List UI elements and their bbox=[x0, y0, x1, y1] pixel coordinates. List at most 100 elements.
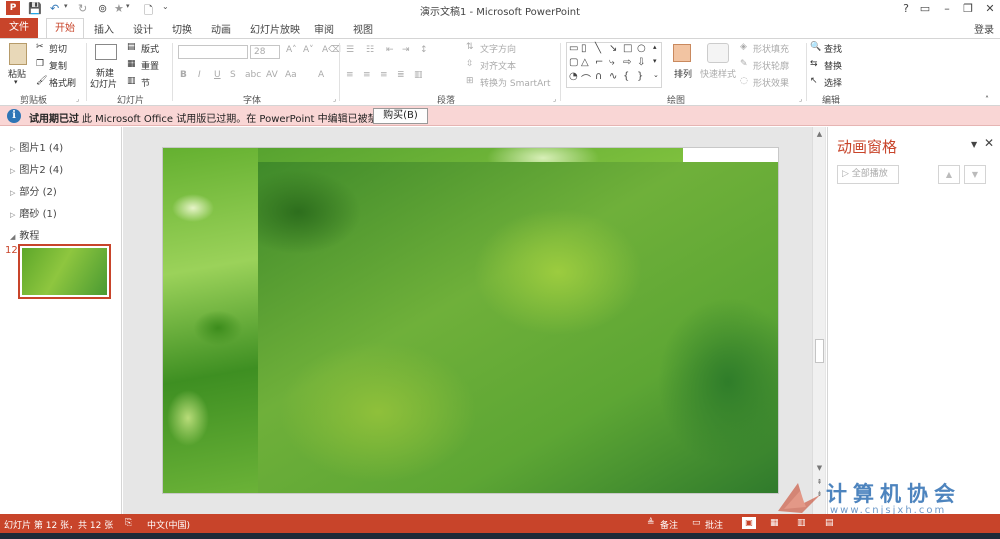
shape-callout-icon[interactable]: ◔ bbox=[569, 71, 578, 82]
shape-outline-icon[interactable]: ✎ bbox=[740, 59, 748, 69]
columns-icon[interactable]: ▥ bbox=[414, 70, 423, 80]
smartart-icon[interactable]: ⊞ bbox=[466, 76, 474, 86]
tab-design[interactable]: 设计 bbox=[133, 21, 153, 36]
clipboard-launcher-icon[interactable]: ⌟ bbox=[76, 95, 79, 103]
shadow-icon[interactable]: S bbox=[230, 70, 236, 80]
blurred-green-image[interactable] bbox=[258, 162, 778, 493]
tab-slideshow[interactable]: 幻灯片放映 bbox=[250, 21, 300, 36]
shape-down-arrow-icon[interactable]: ⇩ bbox=[637, 57, 645, 68]
section-button[interactable]: 节 bbox=[141, 76, 150, 89]
align-text-button[interactable]: 对齐文本 bbox=[480, 59, 516, 72]
section-item[interactable]: ◢ 教程 bbox=[10, 227, 39, 242]
shape-brace-left-icon[interactable]: { bbox=[623, 71, 629, 82]
bold-icon[interactable]: B bbox=[180, 70, 187, 80]
shape-textbox-icon[interactable]: ▭ bbox=[569, 43, 578, 54]
layout-icon[interactable]: ▤ bbox=[127, 42, 136, 52]
help-button[interactable]: ? bbox=[898, 2, 914, 15]
expand-arrow-icon[interactable]: ▷ bbox=[10, 189, 15, 197]
quick-styles-icon[interactable] bbox=[707, 43, 729, 63]
shape-fill-icon[interactable]: ◈ bbox=[740, 42, 747, 52]
gallery-down-icon[interactable]: ▾ bbox=[653, 57, 657, 65]
tab-insert[interactable]: 插入 bbox=[94, 21, 114, 36]
font-launcher-icon[interactable]: ⌟ bbox=[333, 95, 336, 103]
find-icon[interactable]: 🔍 bbox=[810, 42, 821, 52]
shrink-font-icon[interactable]: A˅ bbox=[303, 45, 314, 55]
pane-close-icon[interactable]: ✕ bbox=[984, 136, 994, 150]
slide-thumbnail[interactable] bbox=[18, 244, 111, 299]
shape-line-icon[interactable]: ╲ bbox=[595, 43, 601, 54]
slide-canvas[interactable] bbox=[162, 147, 779, 494]
signin-link[interactable]: 登录 bbox=[974, 21, 994, 36]
comments-button[interactable]: 批注 bbox=[705, 518, 723, 531]
gallery-more-icon[interactable]: ⌄ bbox=[653, 71, 659, 79]
restore-button[interactable]: ❐ bbox=[960, 2, 976, 15]
section-item[interactable]: ▷ 部分 (2) bbox=[10, 183, 57, 198]
tab-file[interactable]: 文件 bbox=[0, 18, 38, 38]
numbering-icon[interactable]: ☷ bbox=[366, 45, 374, 55]
copy-button[interactable]: 复制 bbox=[49, 59, 67, 72]
cut-icon[interactable]: ✂ bbox=[36, 42, 44, 52]
shape-brace-right-icon[interactable]: } bbox=[637, 71, 643, 82]
strikethrough-icon[interactable]: abc bbox=[245, 70, 261, 80]
decrease-indent-icon[interactable]: ⇤ bbox=[386, 45, 394, 55]
section-item[interactable]: ▷ 图片2 (4) bbox=[10, 161, 63, 176]
collapse-ribbon-icon[interactable]: ˄ bbox=[985, 95, 989, 104]
font-name-combo[interactable] bbox=[178, 45, 248, 59]
shape-block-arrow-icon[interactable]: ⇨ bbox=[623, 57, 631, 68]
reset-icon[interactable]: ▦ bbox=[127, 59, 136, 69]
line-spacing-icon[interactable]: ↕ bbox=[420, 45, 428, 55]
tab-animations[interactable]: 动画 bbox=[211, 21, 231, 36]
move-down-button[interactable]: ▼ bbox=[964, 165, 986, 184]
text-direction-button[interactable]: 文字方向 bbox=[480, 42, 516, 55]
section-icon[interactable]: ▥ bbox=[127, 76, 136, 86]
copy-icon[interactable]: ❐ bbox=[36, 59, 44, 69]
find-button[interactable]: 查找 bbox=[824, 42, 842, 55]
shape-arrow-line-icon[interactable]: ↘ bbox=[609, 43, 617, 54]
vertical-scrollbar[interactable]: ▲ ▼ ⇞ ⇟ bbox=[812, 127, 825, 514]
shape-effects-icon[interactable]: ◌ bbox=[740, 76, 748, 86]
paste-dropdown-icon[interactable]: ▾ bbox=[14, 78, 18, 86]
layout-button[interactable]: 版式 bbox=[141, 42, 159, 55]
shape-triangle-icon[interactable]: △ bbox=[581, 57, 589, 68]
shape-oval-icon[interactable]: ○ bbox=[637, 43, 646, 54]
normal-view-icon[interactable]: ▣ bbox=[742, 517, 756, 529]
collapse-arrow-icon[interactable]: ◢ bbox=[10, 233, 15, 241]
slideshow-view-icon[interactable]: ▤ bbox=[825, 518, 834, 528]
cut-button[interactable]: 剪切 bbox=[49, 42, 67, 55]
grow-font-icon[interactable]: A˄ bbox=[286, 45, 297, 55]
align-left-icon[interactable]: ≡ bbox=[346, 70, 354, 80]
replace-icon[interactable]: ⇆ bbox=[810, 59, 818, 69]
close-button[interactable]: ✕ bbox=[982, 2, 998, 15]
section-item[interactable]: ▷ 图片1 (4) bbox=[10, 139, 63, 154]
font-color-icon[interactable]: A bbox=[318, 70, 324, 80]
convert-smartart-button[interactable]: 转换为 SmartArt bbox=[480, 76, 550, 89]
leaf-photo-strip[interactable] bbox=[163, 148, 258, 493]
notes-icon[interactable]: ≜ bbox=[647, 518, 655, 528]
paste-icon[interactable] bbox=[9, 43, 27, 65]
font-size-combo[interactable]: 28 bbox=[250, 45, 280, 59]
notes-button[interactable]: 备注 bbox=[660, 518, 678, 531]
expand-arrow-icon[interactable]: ▷ bbox=[10, 167, 15, 175]
format-painter-icon[interactable]: 🖌 bbox=[36, 76, 47, 86]
pane-options-icon[interactable]: ▼ bbox=[971, 140, 977, 149]
italic-icon[interactable]: I bbox=[198, 70, 201, 80]
shape-scribble-icon[interactable]: ∿ bbox=[609, 71, 617, 82]
tab-home[interactable]: 开始 bbox=[46, 18, 84, 38]
bullets-icon[interactable]: ☰ bbox=[346, 45, 354, 55]
minimize-button[interactable]: – bbox=[939, 2, 955, 15]
reading-view-icon[interactable]: ▥ bbox=[797, 518, 806, 528]
align-right-icon[interactable]: ≡ bbox=[380, 70, 388, 80]
slide-sorter-icon[interactable]: ▦ bbox=[770, 518, 779, 528]
shape-freeform-icon[interactable]: ∩ bbox=[595, 71, 602, 82]
shape-elbow-icon[interactable]: ⌐ bbox=[595, 57, 603, 68]
shape-roundrect-icon[interactable]: ▢ bbox=[569, 57, 578, 68]
spelling-icon[interactable]: ⎘ bbox=[125, 518, 132, 528]
shape-effects-button[interactable]: 形状效果 bbox=[753, 76, 789, 89]
new-slide-label-2[interactable]: 幻灯片 bbox=[90, 77, 117, 90]
scrollbar-thumb[interactable] bbox=[815, 339, 824, 363]
paragraph-launcher-icon[interactable]: ⌟ bbox=[553, 95, 556, 103]
shape-rect-icon[interactable]: □ bbox=[623, 43, 632, 54]
shape-vtextbox-icon[interactable]: ▯ bbox=[581, 43, 587, 54]
align-text-icon[interactable]: ⇳ bbox=[466, 59, 474, 69]
tab-view[interactable]: 视图 bbox=[353, 21, 373, 36]
